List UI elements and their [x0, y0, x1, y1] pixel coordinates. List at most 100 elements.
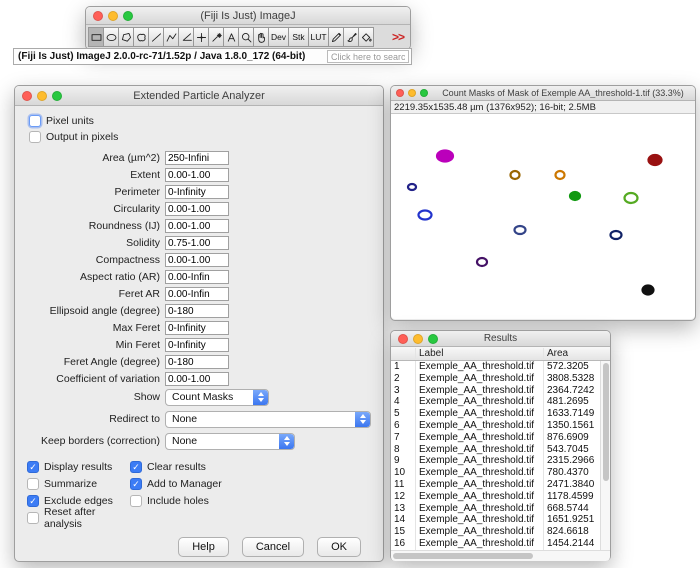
checkbox-column-2: Clear results Add to Manager Include hol… [130, 460, 222, 525]
point-tool[interactable] [193, 27, 209, 47]
hand-tool[interactable] [253, 27, 269, 47]
table-row[interactable]: 9 Exemple_AA_threshold.tif 2315.2966 [391, 455, 610, 467]
close-button[interactable] [398, 334, 408, 344]
column-header-label[interactable]: Label [415, 348, 543, 359]
checkbox-row[interactable]: Summarize [27, 477, 130, 491]
field-input[interactable] [165, 304, 229, 318]
oval-tool[interactable] [103, 27, 119, 47]
close-button[interactable] [22, 91, 32, 101]
segmented-line-tool[interactable] [163, 27, 179, 47]
zoom-button[interactable] [420, 89, 428, 97]
table-row[interactable]: 7 Exemple_AA_threshold.tif 876.6909 [391, 432, 610, 444]
checkbox-row[interactable]: Add to Manager [130, 477, 222, 491]
lut-tool-button[interactable]: LUT [308, 27, 329, 47]
zoom-button[interactable] [52, 91, 62, 101]
table-row[interactable]: 10 Exemple_AA_threshold.tif 780.4370 [391, 467, 610, 479]
checkbox-row[interactable]: Pixel units [29, 114, 383, 128]
field-input[interactable] [165, 355, 229, 369]
cancel-button[interactable]: Cancel [242, 537, 304, 557]
table-row[interactable]: 16 Exemple_AA_threshold.tif 1454.2144 [391, 538, 610, 550]
field-input[interactable] [165, 372, 229, 386]
angle-tool[interactable] [178, 27, 194, 47]
checkbox[interactable] [27, 512, 39, 524]
table-row[interactable]: 1 Exemple_AA_threshold.tif 572.3205 [391, 361, 610, 373]
field-input[interactable] [165, 321, 229, 335]
count-masks-titlebar[interactable]: Count Masks of Mask of Exemple AA_thresh… [391, 86, 695, 101]
field-input[interactable] [165, 202, 229, 216]
dev-tool-button[interactable]: Dev [268, 27, 289, 47]
freehand-tool[interactable] [133, 27, 149, 47]
zoom-button[interactable] [123, 11, 133, 21]
results-titlebar[interactable]: Results [391, 331, 610, 347]
paintbrush-tool[interactable] [343, 27, 359, 47]
checkbox-row[interactable]: Reset after analysis [27, 511, 130, 525]
imagej-toolbar: Dev Stk LUT >> [86, 25, 410, 49]
show-dropdown[interactable]: Count Masks [165, 389, 269, 406]
checkbox[interactable] [29, 131, 41, 143]
field-input[interactable] [165, 338, 229, 352]
field-input[interactable] [165, 151, 229, 165]
checkbox[interactable] [130, 478, 142, 490]
redirect-dropdown[interactable]: None [165, 411, 371, 428]
pencil-tool[interactable] [328, 27, 344, 47]
minimize-button[interactable] [413, 334, 423, 344]
field-input[interactable] [165, 185, 229, 199]
field-input[interactable] [165, 253, 229, 267]
table-row[interactable]: 12 Exemple_AA_threshold.tif 1178.4599 [391, 491, 610, 503]
polygon-tool[interactable] [118, 27, 134, 47]
close-button[interactable] [396, 89, 404, 97]
flood-fill-tool[interactable] [358, 27, 374, 47]
row-number: 3 [391, 385, 415, 397]
search-input[interactable] [327, 50, 409, 63]
checkbox-row[interactable]: Output in pixels [29, 130, 383, 144]
help-button[interactable]: Help [178, 537, 229, 557]
stack-tool-button[interactable]: Stk [288, 27, 309, 47]
table-row[interactable]: 14 Exemple_AA_threshold.tif 1651.9251 [391, 514, 610, 526]
text-tool[interactable] [223, 27, 239, 47]
minimize-button[interactable] [408, 89, 416, 97]
checkbox[interactable] [29, 115, 41, 127]
rectangle-tool[interactable] [88, 27, 104, 47]
column-header-area[interactable]: Area [543, 348, 610, 359]
keep-borders-dropdown[interactable]: None [165, 433, 295, 450]
field-input[interactable] [165, 236, 229, 250]
minimize-button[interactable] [37, 91, 47, 101]
checkbox-row[interactable]: Display results [27, 460, 130, 474]
field-input[interactable] [165, 219, 229, 233]
close-button[interactable] [93, 11, 103, 21]
wand-tool[interactable] [208, 27, 224, 47]
checkbox[interactable] [27, 461, 39, 473]
horizontal-scrollbar-thumb[interactable] [393, 553, 533, 559]
checkbox[interactable] [27, 478, 39, 490]
zoom-tool[interactable] [238, 27, 254, 47]
image-canvas[interactable] [391, 114, 695, 319]
line-tool[interactable] [148, 27, 164, 47]
minimize-button[interactable] [108, 11, 118, 21]
table-row[interactable]: 3 Exemple_AA_threshold.tif 2364.7242 [391, 385, 610, 397]
table-row[interactable]: 4 Exemple_AA_threshold.tif 481.2695 [391, 396, 610, 408]
table-row[interactable]: 11 Exemple_AA_threshold.tif 2471.3840 [391, 479, 610, 491]
checkbox[interactable] [130, 495, 142, 507]
checkbox-row[interactable]: Include holes [130, 494, 222, 508]
table-row[interactable]: 13 Exemple_AA_threshold.tif 668.5744 [391, 503, 610, 515]
table-row[interactable]: 5 Exemple_AA_threshold.tif 1633.7149 [391, 408, 610, 420]
zoom-button[interactable] [428, 334, 438, 344]
vertical-scrollbar-thumb[interactable] [603, 363, 609, 481]
field-input[interactable] [165, 287, 229, 301]
analyzer-titlebar[interactable]: Extended Particle Analyzer [15, 86, 383, 106]
checkbox[interactable] [27, 495, 39, 507]
field-label: Perimeter [15, 186, 165, 198]
field-input[interactable] [165, 168, 229, 182]
table-row[interactable]: 6 Exemple_AA_threshold.tif 1350.1561 [391, 420, 610, 432]
checkbox-row[interactable]: Clear results [130, 460, 222, 474]
table-row[interactable]: 8 Exemple_AA_threshold.tif 543.7045 [391, 444, 610, 456]
table-row[interactable]: 2 Exemple_AA_threshold.tif 3808.5328 [391, 373, 610, 385]
more-tools-button[interactable]: >> [392, 30, 404, 44]
horizontal-scrollbar[interactable] [391, 550, 610, 561]
field-input[interactable] [165, 270, 229, 284]
table-row[interactable]: 15 Exemple_AA_threshold.tif 824.6618 [391, 526, 610, 538]
checkbox[interactable] [130, 461, 142, 473]
vertical-scrollbar[interactable] [600, 361, 610, 550]
ok-button[interactable]: OK [317, 537, 361, 557]
imagej-titlebar[interactable]: (Fiji Is Just) ImageJ [86, 7, 410, 25]
